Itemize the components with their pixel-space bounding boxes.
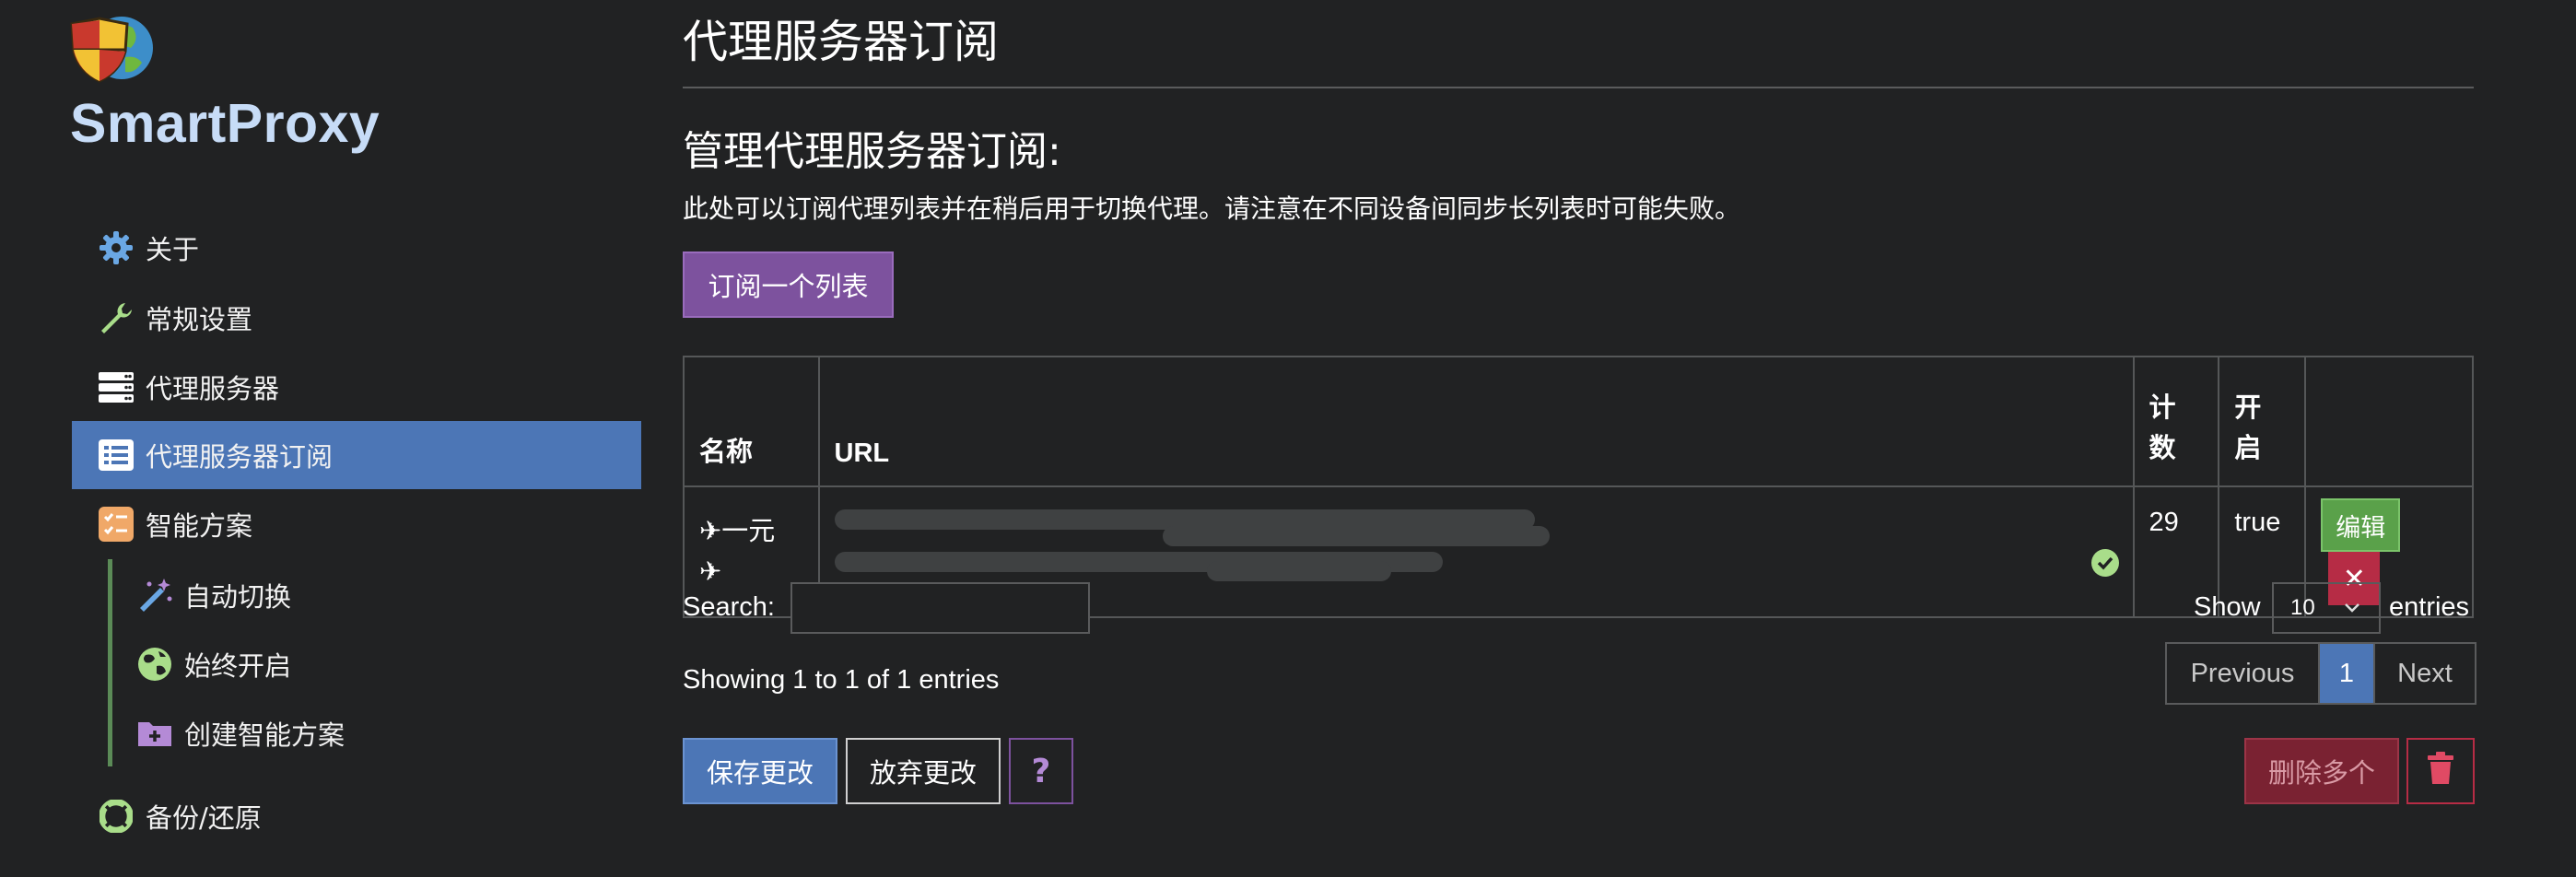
- sidebar-item-label: 智能方案: [146, 510, 253, 542]
- sidebar-item-label: 关于: [146, 234, 200, 265]
- column-header-enabled[interactable]: 开启: [2218, 356, 2307, 487]
- sidebar-item-label: 代理服务器: [146, 373, 280, 404]
- show-label: Show: [2194, 592, 2261, 622]
- divider: [683, 87, 2474, 88]
- row-name-line: ✈一元: [699, 517, 776, 546]
- subscribe-list-button[interactable]: 订阅一个列表: [683, 251, 894, 318]
- trash-button[interactable]: [2406, 738, 2475, 804]
- search-label: Search:: [683, 592, 775, 622]
- sidebar-item-label: 始终开启: [184, 650, 292, 682]
- sidebar-item-label: 备份/还原: [146, 802, 262, 834]
- page-size-select[interactable]: 10: [2272, 582, 2381, 634]
- section-description: 此处可以订阅代理列表并在稍后用于切换代理。请注意在不同设备间同步长列表时可能失败…: [683, 193, 1741, 224]
- sidebar-item-about[interactable]: 关于: [72, 214, 641, 282]
- app-logo: [68, 11, 160, 85]
- list-icon: [96, 435, 136, 475]
- sidebar-item-label: 代理服务器订阅: [146, 441, 334, 473]
- page-1-button[interactable]: 1: [2320, 644, 2373, 703]
- edit-button[interactable]: 编辑: [2321, 498, 2401, 552]
- delete-multiple-button[interactable]: 删除多个: [2244, 738, 2399, 804]
- redacted-url: [1206, 561, 1391, 581]
- next-page-button[interactable]: Next: [2373, 644, 2475, 703]
- sidebar-item-label: 自动切换: [184, 581, 292, 613]
- server-icon: [96, 367, 136, 407]
- page-size-value: 10: [2290, 595, 2315, 620]
- sidebar-item-smart-profiles[interactable]: 智能方案: [72, 490, 641, 558]
- sidebar-item-label: 创建智能方案: [184, 719, 345, 751]
- globe-icon: [135, 644, 175, 684]
- column-header-url[interactable]: URL: [817, 356, 2135, 487]
- lifebuoy-icon: [96, 796, 136, 836]
- chevron-down-icon: [2342, 597, 2362, 624]
- discard-changes-button[interactable]: 放弃更改: [846, 738, 1001, 804]
- checklist-icon: [96, 504, 136, 544]
- entries-label: entries: [2389, 592, 2470, 622]
- magic-wand-icon: [135, 575, 175, 615]
- save-changes-button[interactable]: 保存更改: [683, 738, 837, 804]
- sidebar-item-always-on[interactable]: 始终开启: [72, 630, 641, 698]
- previous-page-button[interactable]: Previous: [2167, 644, 2320, 703]
- sidebar-item-proxy-servers[interactable]: 代理服务器: [72, 353, 641, 421]
- search-input[interactable]: [790, 582, 1090, 634]
- section-title: 管理代理服务器订阅:: [683, 128, 1061, 175]
- trash-icon: [2427, 751, 2454, 791]
- sidebar-item-backup-restore[interactable]: 备份/还原: [72, 782, 641, 850]
- wrench-icon: [96, 298, 136, 338]
- table-info: Showing 1 to 1 of 1 entries: [683, 665, 1000, 695]
- sidebar-item-proxy-subscriptions[interactable]: 代理服务器订阅: [72, 421, 641, 489]
- subscriptions-table: 名称 URL 计数 开启 ✈一元 ✈ 29 true 编辑✕: [683, 356, 2474, 618]
- sidebar-item-auto-switch[interactable]: 自动切换: [72, 561, 641, 629]
- sidebar-item-general-settings[interactable]: 常规设置: [72, 284, 641, 352]
- redacted-url: [1162, 526, 1550, 546]
- sidebar-item-create-smart-profile[interactable]: 创建智能方案: [72, 699, 641, 767]
- folder-plus-icon: [135, 713, 175, 754]
- column-header-actions: [2304, 356, 2474, 487]
- page-title: 代理服务器订阅: [683, 16, 1000, 68]
- pagination: Previous 1 Next: [2165, 642, 2476, 705]
- column-header-count[interactable]: 计数: [2132, 356, 2220, 487]
- sidebar-item-label: 常规设置: [146, 304, 253, 335]
- column-header-name[interactable]: 名称: [683, 356, 820, 487]
- row-name-line: ✈: [699, 557, 722, 587]
- app-name: SmartProxy: [70, 93, 381, 154]
- table-header-row: 名称 URL 计数 开启: [683, 356, 2474, 487]
- gear-icon: [96, 228, 136, 268]
- check-circle-icon: [2090, 548, 2120, 585]
- help-button[interactable]: ?: [1009, 738, 1073, 804]
